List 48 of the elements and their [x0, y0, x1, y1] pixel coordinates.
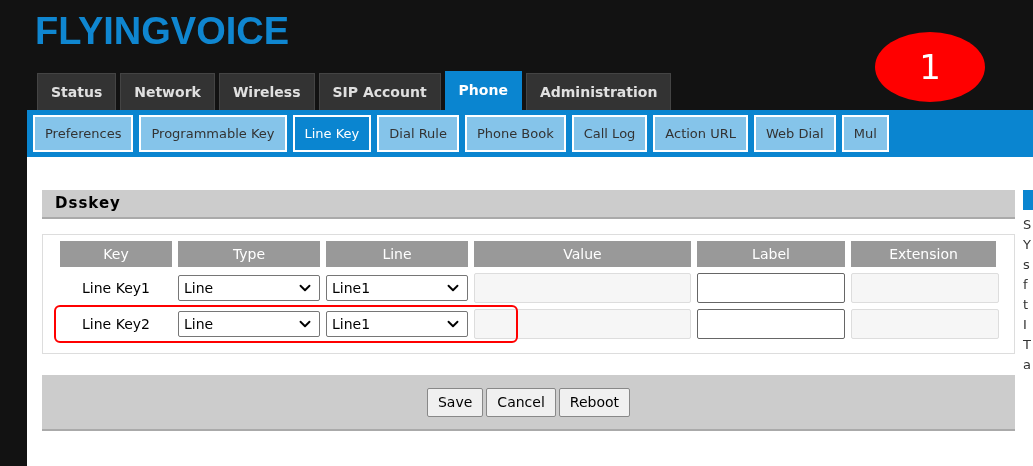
help-text: s — [1023, 256, 1031, 273]
action-button[interactable]: Cancel — [486, 387, 556, 417]
extension-field[interactable] — [851, 273, 999, 303]
sub-tab[interactable]: Line Key — [292, 115, 372, 152]
column-header: Label — [697, 241, 845, 267]
key-cell-text: Line Key2 — [81, 314, 151, 334]
logo: FLYINGVOICE — [35, 10, 290, 52]
main-tab[interactable]: Wireless — [218, 73, 315, 110]
dropdown[interactable]: Line — [178, 311, 320, 337]
sub-tab[interactable]: Programmable Key — [139, 115, 287, 152]
section-header: Dsskey — [42, 190, 1015, 219]
main-tab[interactable]: SIP Account — [318, 73, 441, 110]
dropdown[interactable]: Line1 — [326, 311, 468, 337]
main-tab[interactable]: Phone — [444, 71, 522, 110]
help-text: T — [1023, 336, 1032, 353]
value-field[interactable] — [474, 273, 691, 303]
dropdown[interactable]: Line1 — [326, 275, 468, 301]
main-tab[interactable]: Administration — [525, 73, 672, 110]
column-header: Line — [326, 241, 468, 267]
action-button[interactable]: Save — [427, 387, 484, 417]
sub-tab[interactable]: Web Dial — [754, 115, 836, 152]
dropdown[interactable]: Line — [178, 275, 320, 301]
main-tab[interactable]: Network — [120, 73, 215, 110]
help-text: Y — [1023, 236, 1032, 253]
extension-field[interactable] — [851, 309, 999, 339]
help-text: I — [1023, 316, 1028, 333]
column-header: Value — [474, 241, 691, 267]
sub-tab[interactable]: Mul — [841, 115, 889, 152]
column-header: Extension — [851, 241, 996, 267]
sub-tab[interactable]: Dial Rule — [377, 115, 459, 152]
label-field[interactable] — [697, 309, 845, 339]
help-text: t — [1023, 296, 1030, 313]
sub-tab[interactable]: Phone Book — [464, 115, 566, 152]
help-panel-bar — [1023, 190, 1033, 210]
column-header: Type — [178, 241, 320, 267]
help-text: S — [1023, 216, 1033, 233]
sub-tab[interactable]: Action URL — [653, 115, 748, 152]
action-button[interactable]: Reboot — [558, 387, 630, 417]
help-text: a — [1023, 356, 1032, 373]
key-cell-text: Line Key1 — [81, 278, 151, 298]
column-header: Key — [60, 241, 172, 267]
main-tab[interactable]: Status — [37, 73, 117, 110]
help-text: f — [1023, 276, 1029, 293]
sub-tab[interactable]: Preferences — [33, 115, 134, 152]
sub-tab[interactable]: Call Log — [571, 115, 648, 152]
annotation-badge: 1 — [875, 32, 985, 102]
label-field[interactable] — [697, 273, 845, 303]
value-field[interactable] — [474, 309, 691, 339]
